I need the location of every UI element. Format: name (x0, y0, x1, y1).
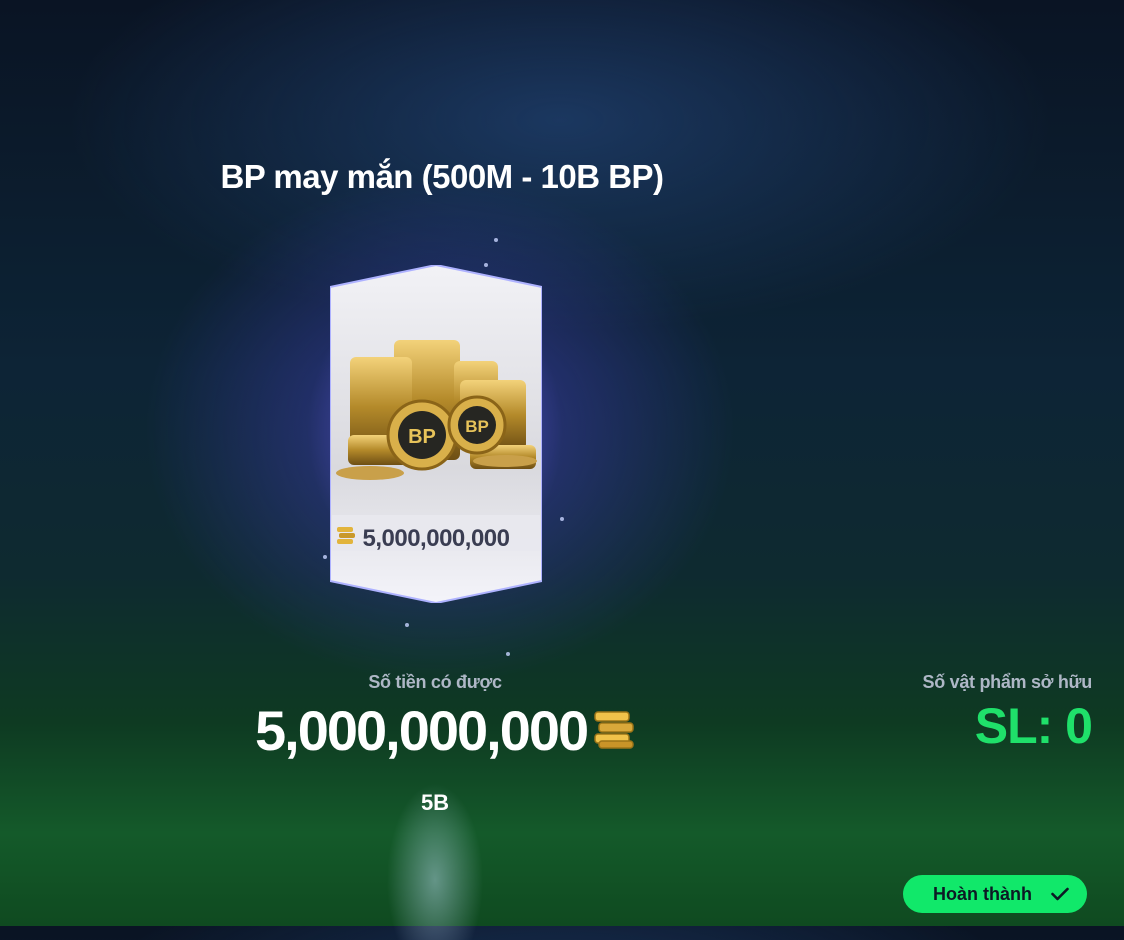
done-button-label: Hoàn thành (933, 883, 1032, 904)
owned-count: SL: 0 (974, 698, 1093, 754)
svg-text:BP: BP (408, 426, 436, 448)
done-button[interactable]: Hoàn thành (903, 875, 1087, 913)
coin-stack-icon (337, 527, 355, 544)
reward-label: Số tiền có được (368, 672, 502, 692)
reward-short-amount: 5B (420, 790, 450, 815)
card-value: 5,000,000,000 (330, 525, 542, 553)
sparkle (494, 238, 498, 242)
sparkle (405, 623, 409, 627)
owned-label: Số vật phẩm sở hữu (922, 672, 1093, 692)
reward-amount: 5,000,000,000 (255, 699, 589, 762)
sparkle (560, 517, 564, 521)
page-title: BP may mắn (500M - 10B BP) (220, 158, 664, 195)
svg-text:BP: BP (465, 417, 489, 436)
card-value-text: 5,000,000,000 (362, 525, 510, 552)
sparkle (323, 555, 327, 559)
check-icon (1051, 887, 1069, 901)
reward-card: BP BP 5,000,000,000 (330, 265, 542, 603)
coin-stack-icon (594, 711, 634, 749)
pitch-light-stripe (370, 760, 500, 940)
sparkle (506, 652, 510, 656)
